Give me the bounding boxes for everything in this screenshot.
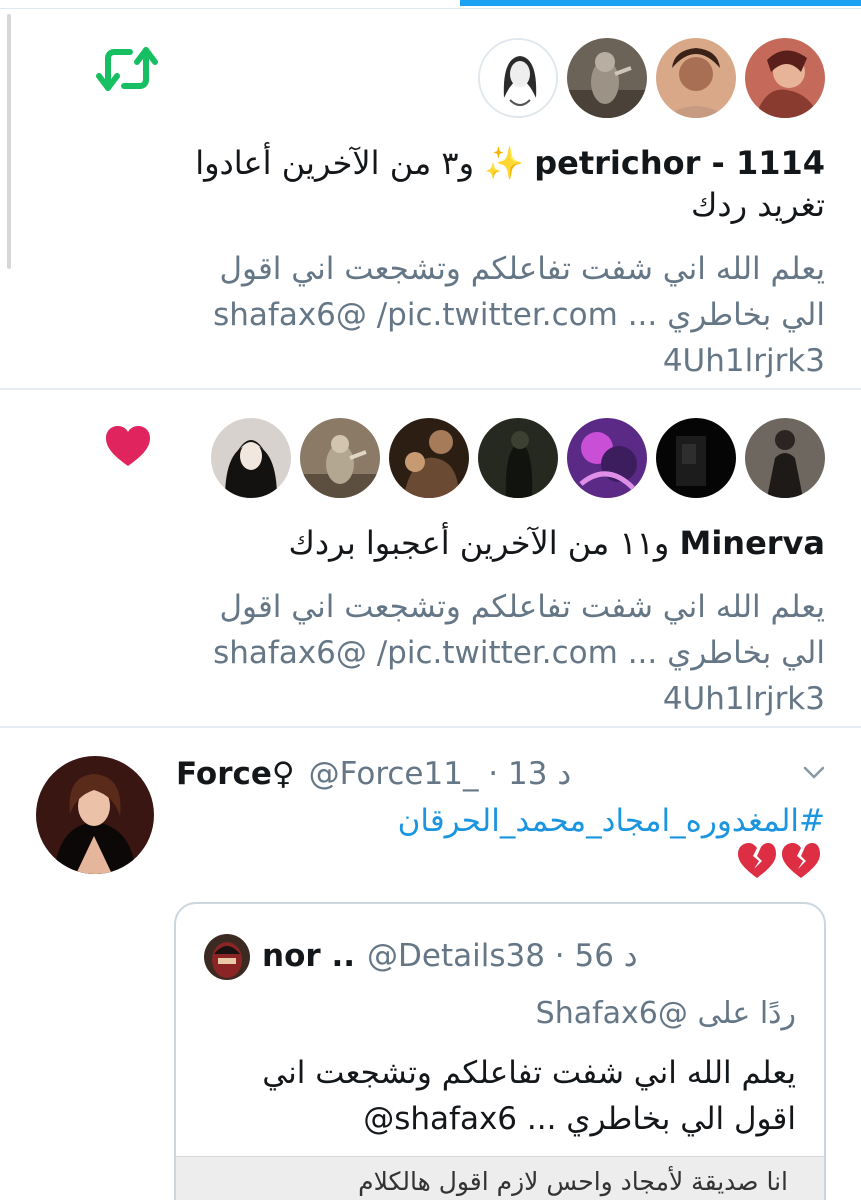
tweet-header: Force♀ @Force11_ · 13 د	[176, 754, 571, 794]
avatar[interactable]	[656, 418, 736, 498]
chevron-down-icon[interactable]	[803, 766, 825, 780]
media-caption: انا صديقة لأمجاد واحس لازم اقول هالكلام	[358, 1167, 788, 1196]
quote-media[interactable]: انا صديقة لأمجاد واحس لازم اقول هالكلام	[176, 1156, 824, 1200]
avatar[interactable]	[300, 418, 380, 498]
avatar[interactable]	[745, 418, 825, 498]
summary-name[interactable]: petrichor - 1114	[534, 144, 825, 182]
avatar[interactable]	[567, 38, 647, 118]
top-divider	[0, 8, 861, 9]
avatar[interactable]	[36, 756, 154, 874]
avatar[interactable]	[745, 38, 825, 118]
heart-icon	[106, 426, 150, 466]
avatar[interactable]	[211, 418, 291, 498]
hashtag-link[interactable]: #المغدوره_امجاد_محمد_الحرقان	[398, 800, 825, 842]
handle-time: @Force11_ · 13 د	[308, 756, 572, 792]
quote-header: nor .. @Details38 · 56 د	[262, 934, 638, 978]
tweet[interactable]: Force♀ @Force11_ · 13 د #المغدوره_امجاد_م…	[0, 730, 861, 1200]
reply-context[interactable]: ردًا على @Shafax6	[536, 994, 796, 1034]
tweet-preview: يعلم الله اني شفت تفاعلكم وتشجعت اني اقو…	[213, 251, 825, 379]
like-summary: Minerva و١١ من الآخرين أعجبوا بردك	[289, 522, 825, 564]
liker-avatars	[211, 418, 825, 498]
avatar[interactable]	[567, 418, 647, 498]
retweeter-avatars	[478, 38, 825, 118]
avatar[interactable]	[656, 38, 736, 118]
avatar[interactable]	[389, 418, 469, 498]
avatar[interactable]	[204, 934, 250, 980]
avatar[interactable]	[478, 418, 558, 498]
quoted-tweet[interactable]: nor .. @Details38 · 56 د ردًا على @Shafax…	[174, 902, 826, 1200]
retweet-notification[interactable]: petrichor - 1114 ✨ و٣ من الآخرين أعادوا …	[0, 10, 861, 390]
quote-body: يعلم الله اني شفت تفاعلكم وتشجعت اني اقو…	[262, 1055, 796, 1137]
summary-name[interactable]: Minerva	[679, 524, 825, 562]
retweet-summary: petrichor - 1114 ✨ و٣ من الآخرين أعادوا …	[185, 142, 825, 226]
display-name[interactable]: nor ..	[262, 938, 355, 974]
sparkles-emoji: ✨	[484, 144, 525, 182]
like-notification[interactable]: Minerva و١١ من الآخرين أعجبوا بردك يعلم …	[0, 390, 861, 728]
handle-time: @Details38 · 56 د	[367, 938, 638, 974]
loading-progress-bar	[460, 0, 861, 6]
broken-heart-emoji	[737, 842, 821, 880]
tweet-preview: يعلم الله اني شفت تفاعلكم وتشجعت اني اقو…	[213, 589, 825, 717]
summary-text: و١١ من الآخرين أعجبوا بردك	[288, 524, 680, 562]
display-name[interactable]: Force♀	[176, 756, 295, 792]
retweet-icon	[96, 47, 158, 91]
avatar[interactable]	[478, 38, 558, 118]
